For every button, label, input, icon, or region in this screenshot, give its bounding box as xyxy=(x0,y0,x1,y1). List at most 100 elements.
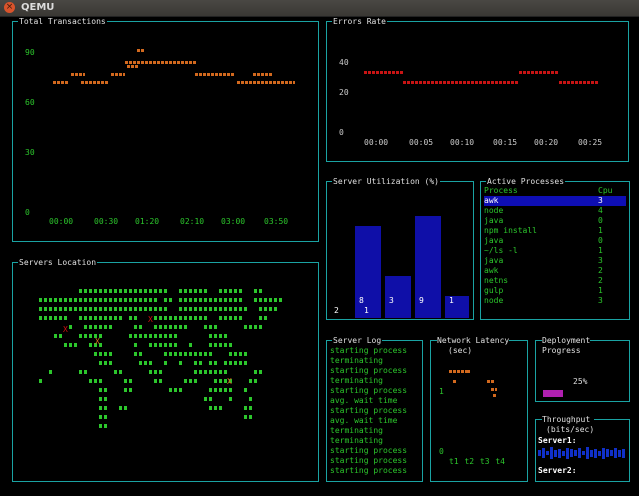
table-header: Process Cpu xyxy=(484,186,626,196)
map-dot xyxy=(194,370,197,374)
line-segment xyxy=(195,73,235,76)
map-dot xyxy=(219,307,222,311)
column-header-process[interactable]: Process xyxy=(484,186,518,196)
map-dot xyxy=(214,370,217,374)
column-header-cpu[interactable]: Cpu xyxy=(598,186,612,196)
server-marker[interactable]: X xyxy=(95,337,100,346)
map-dot xyxy=(179,352,182,356)
map-dot xyxy=(229,361,232,365)
map-dot xyxy=(64,298,67,302)
process-cpu: 3 xyxy=(598,296,603,305)
map-dot xyxy=(129,298,132,302)
process-name: awk xyxy=(484,266,499,275)
map-dot xyxy=(154,307,157,311)
map-dot xyxy=(244,307,247,311)
map-dot xyxy=(129,334,132,338)
map-dot xyxy=(144,298,147,302)
process-row[interactable]: node 3 xyxy=(484,296,626,306)
map-dot xyxy=(69,343,72,347)
map-dot xyxy=(59,298,62,302)
map-dot xyxy=(179,388,182,392)
x-tick: 00:15 xyxy=(493,138,518,147)
map-dot xyxy=(204,397,207,401)
spark-bar xyxy=(550,447,553,459)
x-tick: 00:20 xyxy=(534,138,559,147)
map-dot xyxy=(234,298,237,302)
map-dot xyxy=(209,361,212,365)
map-dot xyxy=(134,325,137,329)
map-dot xyxy=(264,316,267,320)
map-dot xyxy=(274,307,277,311)
process-row[interactable]: awk 2 xyxy=(484,266,626,276)
process-row[interactable]: awk 3 xyxy=(484,196,626,206)
map-dot xyxy=(74,298,77,302)
bar-value-label: 1 xyxy=(364,306,369,315)
map-dot xyxy=(99,361,102,365)
server-marker[interactable]: X xyxy=(227,377,232,386)
map-dot xyxy=(134,307,137,311)
window-titlebar: × QEMU xyxy=(0,0,639,17)
process-row[interactable]: java 3 xyxy=(484,256,626,266)
map-dot xyxy=(99,289,102,293)
map-dot xyxy=(149,298,152,302)
process-name: netns xyxy=(484,276,509,285)
map-dot xyxy=(259,298,262,302)
process-row[interactable]: ~/ls -l 1 xyxy=(484,246,626,256)
bar-label: 9 xyxy=(419,296,424,305)
x-tick: 03:50 xyxy=(264,217,289,226)
process-row[interactable]: node 4 xyxy=(484,206,626,216)
map-dot xyxy=(149,361,152,365)
map-dot xyxy=(174,352,177,356)
map-dot xyxy=(134,289,137,293)
process-row[interactable]: java 0 xyxy=(484,216,626,226)
line-segment xyxy=(237,81,295,84)
process-cpu: 1 xyxy=(598,286,603,295)
map-dot xyxy=(104,361,107,365)
active-processes-title: Active Processes xyxy=(486,177,566,186)
map-dot xyxy=(219,379,222,383)
map-dot xyxy=(189,379,192,383)
errors-rate-title: Errors Rate xyxy=(332,17,387,26)
map-dot xyxy=(189,316,192,320)
process-cpu: 0 xyxy=(598,236,603,245)
map-dot xyxy=(184,325,187,329)
map-dot xyxy=(254,325,257,329)
process-cpu: 2 xyxy=(598,276,603,285)
close-icon[interactable]: × xyxy=(4,2,15,13)
process-row[interactable]: netns 2 xyxy=(484,276,626,286)
map-dot xyxy=(114,289,117,293)
map-dot xyxy=(134,334,137,338)
log-line: terminating xyxy=(330,426,383,435)
log-line: terminating xyxy=(330,356,383,365)
map-dot xyxy=(39,316,42,320)
process-row[interactable]: java 0 xyxy=(484,236,626,246)
process-row[interactable]: npm install 1 xyxy=(484,226,626,236)
map-dot xyxy=(124,307,127,311)
map-dot xyxy=(84,298,87,302)
server2-label: Server2: xyxy=(538,466,577,475)
process-row[interactable]: gulp 1 xyxy=(484,286,626,296)
map-dot xyxy=(204,316,207,320)
y-tick: 60 xyxy=(25,98,35,107)
map-dot xyxy=(94,307,97,311)
server-marker[interactable]: X xyxy=(148,315,153,324)
line-segment xyxy=(81,81,109,84)
map-dot xyxy=(219,388,222,392)
map-dot xyxy=(209,343,212,347)
map-dot xyxy=(99,316,102,320)
map-dot xyxy=(139,307,142,311)
map-dot xyxy=(114,298,117,302)
map-dot xyxy=(109,361,112,365)
server-marker[interactable]: X xyxy=(63,325,68,334)
map-dot xyxy=(59,334,62,338)
bar-label: 1 xyxy=(449,296,454,305)
server1-label: Server1: xyxy=(538,436,577,445)
line-segment xyxy=(71,73,85,76)
network-latency-title-line1: Network Latency xyxy=(437,336,510,345)
deployment-progress-panel: Deployment Progress 25% xyxy=(535,336,630,402)
map-dot xyxy=(234,289,237,293)
map-dot xyxy=(234,307,237,311)
map-dot xyxy=(184,379,187,383)
line-segment xyxy=(403,81,519,84)
map-dot xyxy=(104,325,107,329)
